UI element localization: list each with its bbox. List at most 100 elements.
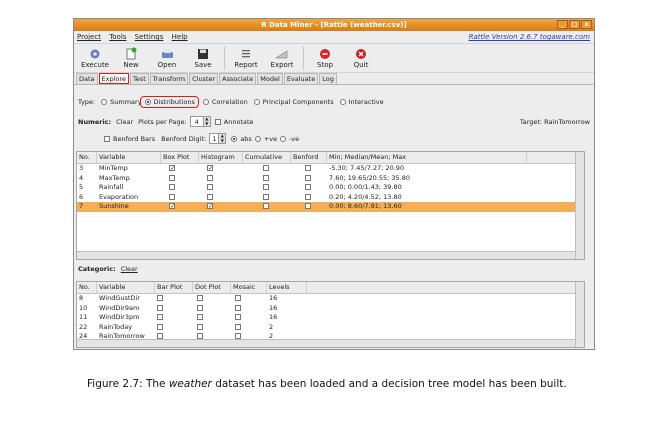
stop-button[interactable]: Stop xyxy=(307,46,343,70)
menu-settings[interactable]: Settings xyxy=(132,31,167,43)
new-button[interactable]: New xyxy=(113,46,149,70)
distributions-radio[interactable] xyxy=(144,99,151,105)
spinner-arrows-icon[interactable]: ▲ ▼ xyxy=(202,116,210,126)
table-row[interactable]: 3 MinTemp ✓ ✓ -5.30; 7.45/7.27; 20.90 xyxy=(77,164,584,174)
benford-digit-spinner[interactable]: 1 ▲ ▼ xyxy=(209,133,227,144)
tab-log[interactable]: Log xyxy=(319,73,337,84)
cumulative-checkbox[interactable] xyxy=(263,165,269,171)
plots-per-page-spinner[interactable]: 4 ▲ ▼ xyxy=(189,116,211,127)
numeric-clear-button[interactable]: Clear xyxy=(116,118,133,126)
menu-project[interactable]: Project xyxy=(74,31,104,43)
categoric-clear-button[interactable]: Clear xyxy=(121,265,138,273)
summary-radio[interactable] xyxy=(101,99,108,105)
menu-tools[interactable]: Tools xyxy=(106,31,129,43)
benford-checkbox[interactable] xyxy=(305,184,311,190)
col-cumulative[interactable]: Cumulative xyxy=(243,152,291,163)
mosaic-checkbox[interactable] xyxy=(235,295,241,301)
tab-associate[interactable]: Associate xyxy=(219,73,257,84)
dot-plot-checkbox[interactable] xyxy=(197,314,203,320)
numeric-table-horizontal-scrollbar[interactable] xyxy=(77,251,575,259)
table-row-selected[interactable]: 7 Sunshine ✓ ✓ 0.00; 8.60/7.91; 13.60 xyxy=(77,202,584,212)
col-histogram[interactable]: Histogram xyxy=(199,152,243,163)
tab-data[interactable]: Data xyxy=(76,73,98,84)
cumulative-checkbox[interactable] xyxy=(263,174,269,181)
col-variable[interactable]: Variable xyxy=(97,152,161,163)
dot-plot-checkbox[interactable] xyxy=(197,323,203,330)
abs-radio[interactable] xyxy=(231,135,238,142)
positive-radio[interactable] xyxy=(254,135,261,142)
histogram-checkbox[interactable] xyxy=(207,193,213,200)
benford-checkbox[interactable] xyxy=(305,174,311,181)
box-plot-checkbox[interactable]: ✓ xyxy=(169,165,175,172)
mosaic-checkbox[interactable] xyxy=(235,323,241,330)
distributions-option[interactable]: Distributions xyxy=(139,96,199,108)
benford-bars-checkbox[interactable] xyxy=(104,135,110,142)
bar-plot-checkbox[interactable] xyxy=(157,314,163,320)
export-button[interactable]: Export xyxy=(264,46,300,70)
col-dot-plot[interactable]: Dot Plot xyxy=(193,282,231,293)
bar-plot-checkbox[interactable] xyxy=(157,295,163,301)
tab-test[interactable]: Test xyxy=(129,73,149,84)
bar-plot-checkbox[interactable] xyxy=(157,323,163,330)
col-box-plot[interactable]: Box Plot xyxy=(161,152,199,163)
cumulative-checkbox[interactable] xyxy=(263,203,269,209)
col-bar-plot[interactable]: Bar Plot xyxy=(155,282,193,293)
categoric-table-vertical-scrollbar[interactable] xyxy=(575,282,584,347)
tab-transform[interactable]: Transform xyxy=(149,73,189,84)
mosaic-checkbox[interactable] xyxy=(235,304,241,311)
dot-plot-checkbox[interactable] xyxy=(197,295,203,301)
dot-plot-checkbox[interactable] xyxy=(197,304,203,311)
principal-components-radio[interactable] xyxy=(253,99,260,105)
col-no[interactable]: No. xyxy=(77,282,97,293)
benford-checkbox[interactable] xyxy=(305,165,311,171)
interactive-radio[interactable] xyxy=(339,99,346,105)
table-row[interactable]: 11 WindDir3pm 16 xyxy=(77,313,584,323)
histogram-checkbox[interactable] xyxy=(207,184,213,190)
histogram-checkbox[interactable]: ✓ xyxy=(207,203,213,210)
maximize-button[interactable]: □ xyxy=(569,20,580,29)
table-row[interactable]: 6 Evaporation 0.20; 4.20/4.52; 13.80 xyxy=(77,193,584,203)
numeric-table-vertical-scrollbar[interactable] xyxy=(575,152,584,259)
annotate-checkbox[interactable] xyxy=(214,118,221,125)
table-row[interactable]: 4 MaxTemp 7.60; 19.65/20.55; 35.80 xyxy=(77,174,584,184)
cumulative-checkbox[interactable] xyxy=(263,193,269,200)
col-stats[interactable]: Min; Median/Mean; Max xyxy=(327,152,527,163)
histogram-checkbox[interactable]: ✓ xyxy=(207,165,213,172)
minimize-button[interactable]: _ xyxy=(557,20,568,29)
menu-help[interactable]: Help xyxy=(169,31,191,43)
col-levels[interactable]: Levels xyxy=(267,282,307,293)
save-button[interactable]: Save xyxy=(185,46,221,70)
box-plot-checkbox[interactable] xyxy=(169,193,175,200)
col-mosaic[interactable]: Mosaic xyxy=(231,282,267,293)
cumulative-checkbox[interactable] xyxy=(263,184,269,190)
quit-button[interactable]: Quit xyxy=(343,46,379,70)
negative-radio[interactable] xyxy=(280,135,287,142)
execute-button[interactable]: Execute xyxy=(77,46,113,70)
box-plot-checkbox[interactable] xyxy=(169,184,175,190)
tab-model[interactable]: Model xyxy=(257,73,283,84)
box-plot-checkbox[interactable]: ✓ xyxy=(169,203,175,210)
version-link[interactable]: Rattle Version 2.6.7 togaware.com xyxy=(469,31,590,43)
col-no[interactable]: No. xyxy=(77,152,97,163)
table-row[interactable]: 8 WindGustDir 16 xyxy=(77,294,584,304)
close-button[interactable]: x xyxy=(581,20,592,29)
benford-checkbox[interactable] xyxy=(305,203,311,209)
report-button[interactable]: Report xyxy=(228,46,264,70)
categoric-table-horizontal-scrollbar[interactable] xyxy=(77,339,575,347)
col-variable[interactable]: Variable xyxy=(97,282,155,293)
benford-spinner-arrows-icon[interactable]: ▲ ▼ xyxy=(218,133,226,143)
table-row[interactable]: 22 RainToday 2 xyxy=(77,323,584,333)
table-row[interactable]: 5 Rainfall 0.00; 0.00/1.43; 39.80 xyxy=(77,183,584,193)
correlation-radio[interactable] xyxy=(202,99,209,105)
mosaic-checkbox[interactable] xyxy=(235,314,241,320)
tab-evaluate[interactable]: Evaluate xyxy=(283,73,319,84)
bar-plot-checkbox[interactable] xyxy=(157,304,163,311)
box-plot-checkbox[interactable] xyxy=(169,174,175,181)
histogram-checkbox[interactable] xyxy=(207,174,213,181)
benford-checkbox[interactable] xyxy=(305,193,311,200)
tab-explore[interactable]: Explore xyxy=(98,73,129,84)
tab-cluster[interactable]: Cluster xyxy=(189,73,219,84)
open-button[interactable]: Open xyxy=(149,46,185,70)
col-benford[interactable]: Benford xyxy=(291,152,327,163)
table-row[interactable]: 10 WindDir9am 16 xyxy=(77,304,584,314)
